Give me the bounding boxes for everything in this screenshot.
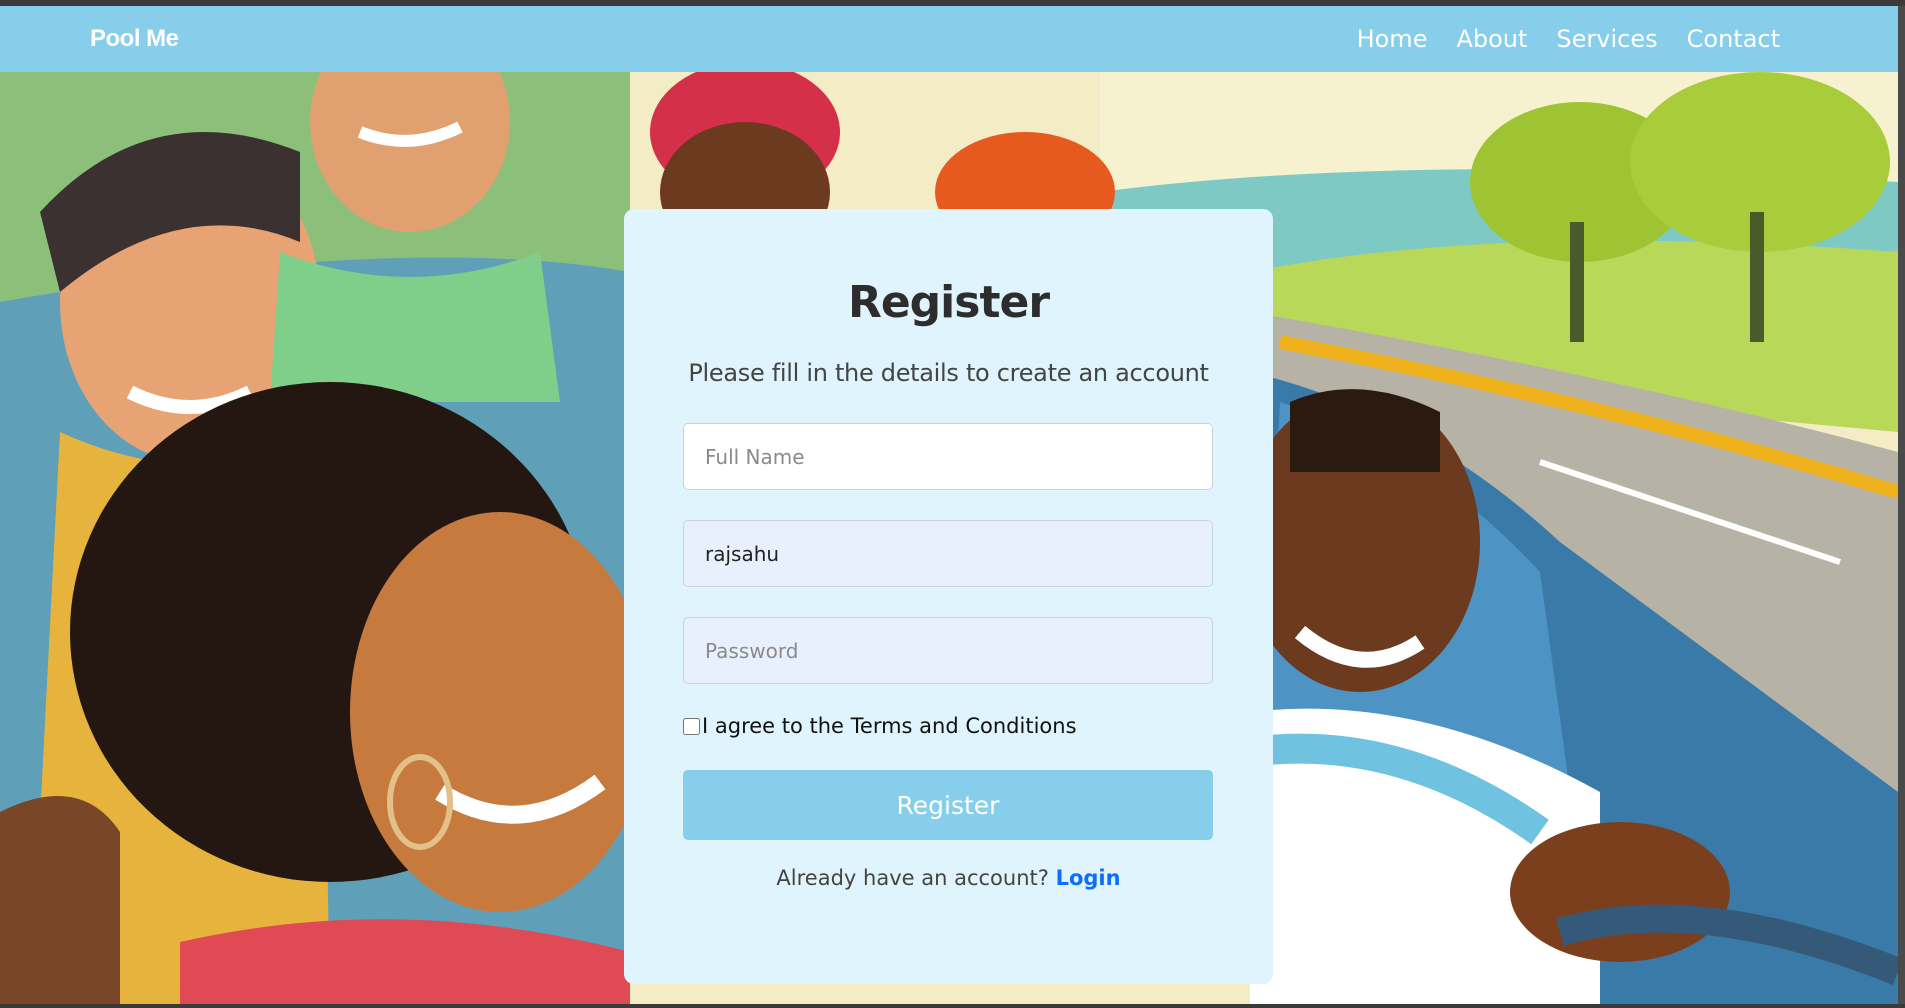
register-subtitle: Please fill in the details to create an … — [688, 359, 1209, 387]
login-prompt: Already have an account? — [776, 866, 1049, 890]
password-input[interactable] — [683, 617, 1213, 684]
terms-checkbox[interactable] — [683, 717, 700, 735]
nav-home[interactable]: Home — [1357, 25, 1428, 53]
page-scrollbar[interactable] — [1898, 6, 1905, 1004]
terms-label: I agree to the Terms and Conditions — [702, 714, 1077, 738]
nav-services[interactable]: Services — [1556, 25, 1657, 53]
email-input[interactable] — [683, 520, 1213, 587]
terms-agreement[interactable]: I agree to the Terms and Conditions — [683, 714, 1077, 738]
register-button[interactable]: Register — [683, 770, 1213, 840]
register-card: Register Please fill in the details to c… — [624, 209, 1273, 984]
navbar: Pool Me Home About Services Contact — [0, 6, 1898, 72]
nav-links: Home About Services Contact — [1357, 25, 1780, 53]
nav-about[interactable]: About — [1456, 25, 1527, 53]
browser-viewport: Pool Me Home About Services Contact Regi… — [0, 6, 1898, 1004]
login-prompt-line: Already have an account? Login — [624, 866, 1273, 890]
brand-logo[interactable]: Pool Me — [90, 25, 179, 53]
login-link[interactable]: Login — [1056, 866, 1121, 890]
nav-contact[interactable]: Contact — [1687, 25, 1780, 53]
full-name-input[interactable] — [683, 423, 1213, 490]
register-title: Register — [847, 277, 1050, 328]
